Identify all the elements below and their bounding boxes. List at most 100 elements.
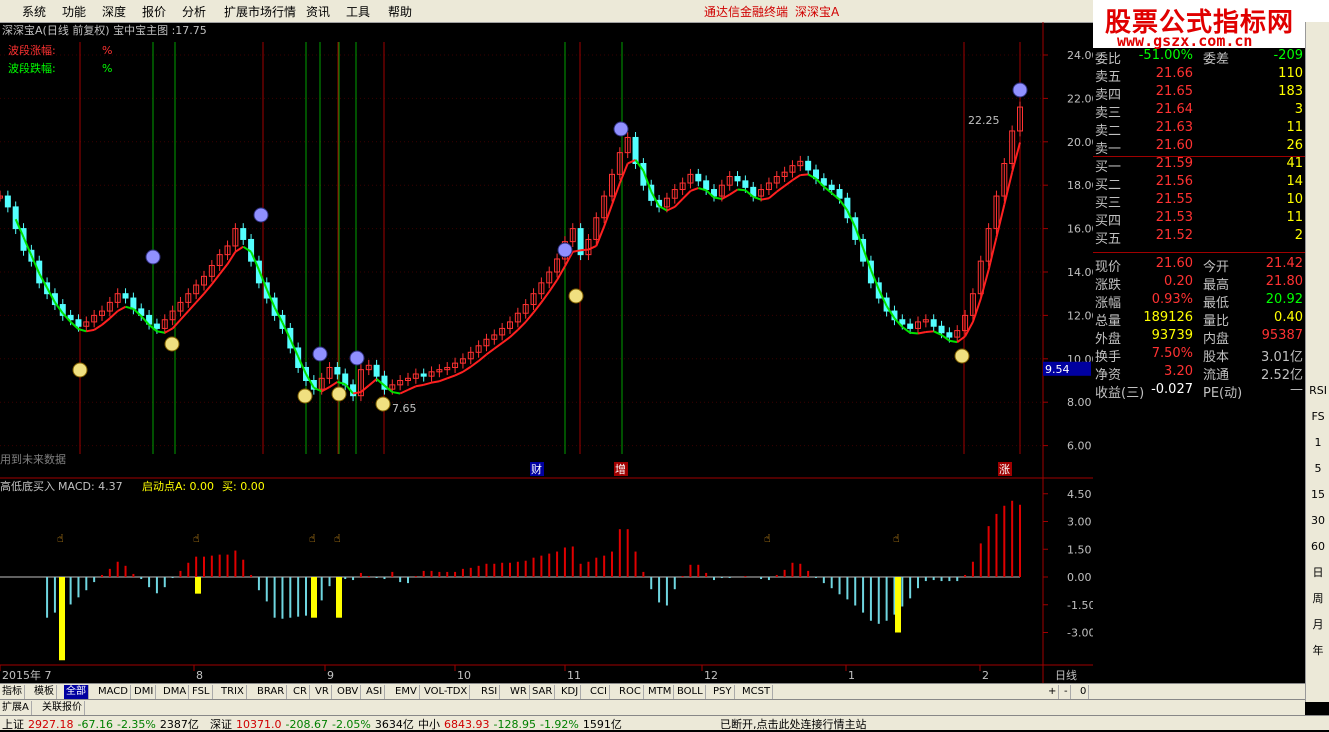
indicator-tab[interactable]: SAR bbox=[530, 685, 556, 699]
trend-line bbox=[156, 330, 165, 334]
quote-value: -209 bbox=[1273, 48, 1303, 63]
indicator-tab[interactable]: 全部 bbox=[64, 685, 89, 699]
indicator-tab[interactable]: KDJ bbox=[559, 685, 582, 699]
indicator-tab[interactable]: VOL-TDX bbox=[422, 685, 471, 699]
event-marker: 涨 bbox=[999, 463, 1010, 476]
trend-line bbox=[713, 196, 723, 200]
indicator-tab[interactable]: EMV bbox=[393, 685, 420, 699]
menu-function[interactable]: 功能 bbox=[62, 3, 86, 20]
period-button[interactable]: 年 bbox=[1309, 642, 1327, 660]
menu-help[interactable]: 帮助 bbox=[388, 3, 412, 20]
trend-line bbox=[392, 391, 401, 395]
quote-volume: 11 bbox=[1286, 210, 1303, 225]
indicator-tab[interactable]: 指标 bbox=[0, 685, 25, 699]
period-button[interactable]: 日 bbox=[1309, 564, 1327, 582]
tab-nav-button[interactable]: 0 bbox=[1078, 685, 1090, 699]
period-button[interactable]: 月 bbox=[1309, 616, 1327, 634]
quote-volume: 26 bbox=[1286, 138, 1303, 153]
indicator-tab[interactable]: CCI bbox=[588, 685, 610, 699]
smiley-buy-icon bbox=[72, 362, 88, 378]
indicator-tab[interactable]: MTM bbox=[646, 685, 675, 699]
indicator-label: 波段涨幅: bbox=[8, 43, 56, 57]
indicator-tab[interactable]: WR bbox=[508, 685, 530, 699]
trend-line bbox=[595, 226, 606, 247]
trend-line bbox=[979, 269, 990, 300]
menu-analysis[interactable]: 分析 bbox=[182, 3, 206, 20]
trend-line bbox=[580, 248, 589, 252]
menu-extended-market[interactable]: 扩展市场行情 bbox=[224, 3, 296, 20]
candle-body bbox=[4, 195, 11, 208]
price-tick-label: 20.00 bbox=[1067, 136, 1093, 149]
trend-line bbox=[164, 327, 174, 334]
smiley-buy-icon bbox=[164, 336, 180, 352]
indicator-tabs: 指标 模板 全部 MACD DMI DMA FSL TRIX BRAR CR VR OBV ASI EMV… bbox=[0, 683, 1305, 700]
indicator-tab[interactable]: BOLL bbox=[675, 685, 706, 699]
right-toolbar: RSI FS 1 5 15 30 60 日周月年 bbox=[1305, 22, 1329, 702]
price-chart[interactable]: 24.00 22.00 20.00 18.00 16.00 14.00 12.00 1 0.00… bbox=[0, 22, 1093, 683]
connection-status[interactable]: 已断开,点击此处连接行情主站 bbox=[720, 716, 867, 732]
trend-line bbox=[532, 301, 543, 314]
period-label: 日线 bbox=[1055, 668, 1077, 682]
indicator-tab[interactable]: BRAR bbox=[255, 685, 288, 699]
trend-line bbox=[995, 204, 1006, 238]
period-button[interactable]: FS bbox=[1309, 408, 1327, 426]
period-button[interactable]: 1 bbox=[1309, 434, 1327, 452]
extension-tab[interactable]: 关联报价 bbox=[40, 701, 85, 715]
status-field: 1591亿 bbox=[582, 718, 622, 731]
indicator-tab[interactable]: FSL bbox=[190, 685, 213, 699]
trend-line bbox=[721, 193, 731, 200]
indicator-tab[interactable]: TRIX bbox=[219, 685, 247, 699]
period-button[interactable]: 30 bbox=[1309, 512, 1327, 530]
indicator-tab[interactable]: 模板 bbox=[32, 685, 57, 699]
menu-quote[interactable]: 报价 bbox=[142, 3, 166, 20]
price-tick-label: 22.00 bbox=[1067, 92, 1093, 105]
candle-body bbox=[742, 180, 749, 188]
frown-sell-icon bbox=[557, 242, 573, 258]
indicator-tab[interactable]: MACD bbox=[96, 685, 131, 699]
quote-price: 21.55 bbox=[1155, 192, 1193, 207]
quote-divider bbox=[1093, 156, 1305, 157]
period-button[interactable]: 60 bbox=[1309, 538, 1327, 556]
indicator-tab[interactable]: DMA bbox=[161, 685, 190, 699]
menu-system[interactable]: 系统 bbox=[22, 3, 46, 20]
indicator-tab[interactable]: ASI bbox=[364, 685, 386, 699]
menu-depth[interactable]: 深度 bbox=[102, 3, 126, 20]
status-field: -128.95 bbox=[493, 718, 536, 731]
frown-sell-icon bbox=[1012, 82, 1028, 98]
indicator-tab[interactable]: RSI bbox=[479, 685, 501, 699]
period-button[interactable]: RSI bbox=[1309, 382, 1327, 400]
smiley-buy-icon bbox=[568, 288, 584, 304]
tab-nav-button[interactable]: - bbox=[1062, 685, 1071, 699]
period-button[interactable]: 5 bbox=[1309, 460, 1327, 478]
date-tick-label: 2 bbox=[982, 669, 989, 682]
chart-title: 深深宝A(日线 前复权) 宝中宝主图 :17.75 bbox=[2, 23, 207, 37]
menu-news[interactable]: 资讯 bbox=[306, 3, 330, 20]
hand-icon: ☝ bbox=[193, 532, 200, 545]
trend-line bbox=[776, 185, 786, 193]
tab-nav-button[interactable]: + bbox=[1046, 685, 1060, 699]
trend-line bbox=[195, 293, 205, 304]
extension-tab[interactable]: 扩展A bbox=[0, 701, 32, 715]
indicator-tab[interactable]: MCST bbox=[740, 685, 774, 699]
trend-line bbox=[446, 374, 456, 380]
quote-price: 21.60 bbox=[1155, 138, 1193, 153]
trend-line bbox=[674, 198, 684, 208]
indicator-tab[interactable]: ROC bbox=[617, 685, 644, 699]
frown-sell-icon bbox=[145, 249, 161, 265]
indicator-tab[interactable]: OBV bbox=[335, 685, 362, 699]
signal-bar bbox=[59, 577, 65, 661]
indicator-tab[interactable]: VR bbox=[313, 685, 332, 699]
date-tick-label: 9 bbox=[327, 669, 334, 682]
date-tick-label: 11 bbox=[567, 669, 581, 682]
indicator-tab[interactable]: CR bbox=[291, 685, 310, 699]
period-button[interactable]: 周 bbox=[1309, 590, 1327, 608]
trend-line bbox=[352, 391, 362, 395]
indicator-tab[interactable]: DMI bbox=[132, 685, 157, 699]
trend-line bbox=[971, 298, 982, 323]
indicator-tab[interactable]: PSY bbox=[711, 685, 735, 699]
menu-tools[interactable]: 工具 bbox=[346, 3, 370, 20]
quote-label: 卖五 bbox=[1095, 70, 1122, 85]
period-button[interactable]: 15 bbox=[1309, 486, 1327, 504]
price-tick-label: 24.00 bbox=[1067, 49, 1093, 62]
status-field: 2927.18 bbox=[28, 718, 74, 731]
